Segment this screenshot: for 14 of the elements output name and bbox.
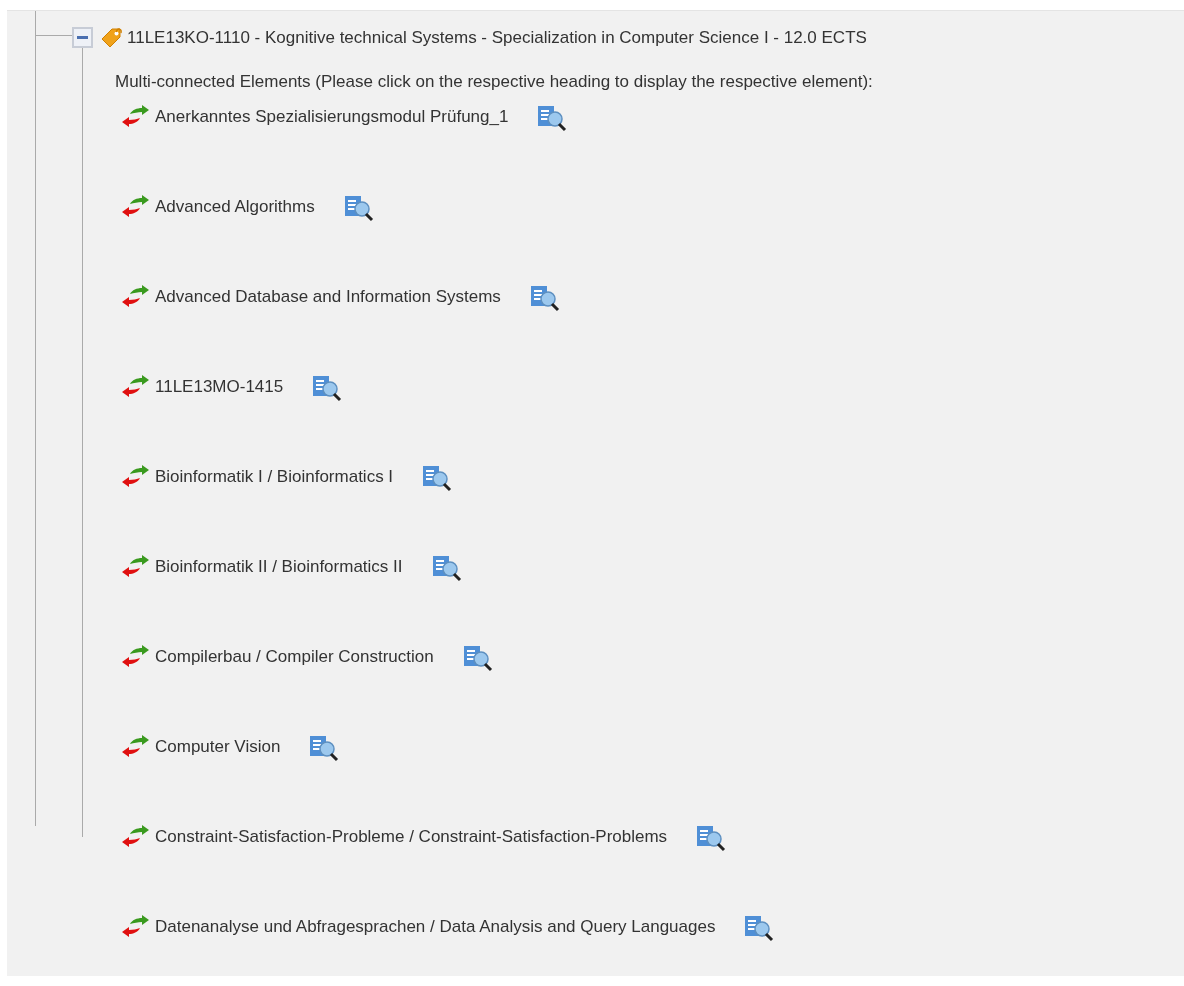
element-link[interactable]: Advanced Algorithms <box>155 194 315 220</box>
node-title: 11LE13KO-1110 - Kognitive technical Systems - Specialization in Computer Science I - 12.0 ECTS <box>127 27 867 49</box>
element-link[interactable]: Compilerbau / Compiler Construction <box>155 644 434 670</box>
element-link[interactable]: Constraint-Satisfaction-Probleme / Constraint-Satisfaction-Problems <box>155 824 668 850</box>
element-link[interactable]: Datenanalyse und Abfragesprachen / Data Analysis and Query Languages <box>155 914 716 940</box>
element-link[interactable]: Bioinformatik II / Bioinformatics II <box>155 554 403 580</box>
element-link[interactable]: Bioinformatik I / Bioinformatics I <box>155 464 394 490</box>
tag-icon <box>101 26 123 49</box>
element-link[interactable]: Anerkanntes Spezialisierungsmodul Prüfung_1 <box>155 104 509 130</box>
collapse-button[interactable] <box>72 27 93 49</box>
intro-text: Multi-connected Elements (Please click on the respective heading to display the respective element): <box>115 71 873 91</box>
element-link[interactable]: Advanced Database and Information Systems <box>155 284 501 310</box>
element-link[interactable]: 11LE13MO-1415 <box>155 374 284 400</box>
element-link[interactable]: Computer Vision <box>155 734 281 760</box>
